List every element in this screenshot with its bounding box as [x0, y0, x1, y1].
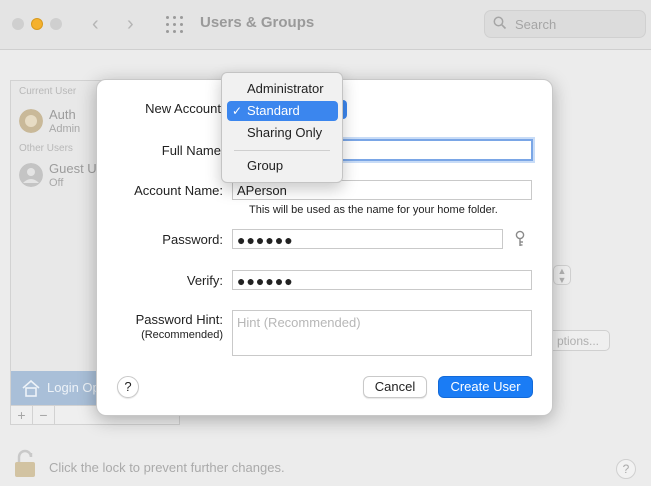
- close-window-button[interactable]: [12, 18, 24, 30]
- checkmark-icon: ✓: [232, 104, 243, 118]
- minimize-window-button[interactable]: [31, 18, 43, 30]
- zoom-window-button[interactable]: [50, 18, 62, 30]
- guest-avatar-icon: [19, 163, 43, 187]
- account-name-note: This will be used as the name for your h…: [249, 204, 498, 216]
- current-user-status: Admin: [49, 123, 81, 135]
- back-chevron-icon[interactable]: ‹: [92, 12, 99, 36]
- menu-item-sharing-only[interactable]: Sharing Only: [227, 123, 338, 143]
- new-account-label: New Account: [145, 101, 221, 116]
- full-name-field[interactable]: [337, 139, 533, 161]
- verify-field[interactable]: ●●●●●●: [232, 270, 532, 290]
- title-bar: ‹ › Users & Groups Search: [0, 0, 651, 50]
- current-users-label: Current User: [19, 86, 77, 97]
- account-name-label: Account Name:: [134, 183, 223, 198]
- forward-chevron-icon[interactable]: ›: [127, 12, 134, 36]
- search-icon: [493, 16, 507, 30]
- password-hint-field[interactable]: Hint (Recommended): [232, 310, 532, 356]
- password-hint-sublabel: (Recommended): [141, 329, 223, 341]
- menu-separator: [234, 150, 330, 151]
- guest-user-name: Guest U: [49, 161, 97, 176]
- current-user-name: Auth: [49, 107, 76, 122]
- cancel-button[interactable]: Cancel: [363, 376, 427, 398]
- show-all-grid-icon[interactable]: [166, 16, 184, 34]
- login-options-label: Login Op: [47, 380, 100, 395]
- search-placeholder: Search: [515, 17, 557, 32]
- full-name-label: Full Name: [161, 143, 221, 158]
- other-users-label: Other Users: [19, 143, 73, 154]
- create-user-button[interactable]: Create User: [438, 376, 533, 398]
- key-icon[interactable]: [513, 230, 527, 248]
- password-label: Password:: [162, 232, 223, 247]
- menu-item-standard-label: Standard: [247, 103, 300, 118]
- guest-user-status: Off: [49, 177, 64, 189]
- verify-label: Verify:: [186, 273, 223, 288]
- search-field[interactable]: Search: [484, 10, 646, 38]
- remove-user-button[interactable]: −: [33, 406, 55, 424]
- menu-item-administrator[interactable]: Administrator: [227, 79, 338, 99]
- window-title: Users & Groups: [200, 14, 315, 31]
- window-help-button[interactable]: ?: [616, 459, 636, 479]
- stepper-icon[interactable]: ▲ ▼: [553, 265, 571, 285]
- password-hint-label: Password Hint:: [135, 312, 223, 327]
- password-field[interactable]: ●●●●●●: [232, 229, 503, 249]
- lock-icon[interactable]: [12, 448, 38, 478]
- account-name-field[interactable]: APerson: [232, 180, 532, 200]
- menu-item-group[interactable]: Group: [227, 156, 338, 176]
- help-button[interactable]: ?: [117, 376, 139, 398]
- user-avatar-icon: [19, 109, 43, 133]
- add-user-button[interactable]: +: [11, 406, 33, 424]
- menu-item-standard[interactable]: ✓ Standard: [227, 101, 338, 121]
- house-icon: [22, 379, 40, 397]
- account-type-menu: Administrator ✓ Standard Sharing Only Gr…: [221, 72, 343, 183]
- lock-message: Click the lock to prevent further change…: [49, 460, 285, 475]
